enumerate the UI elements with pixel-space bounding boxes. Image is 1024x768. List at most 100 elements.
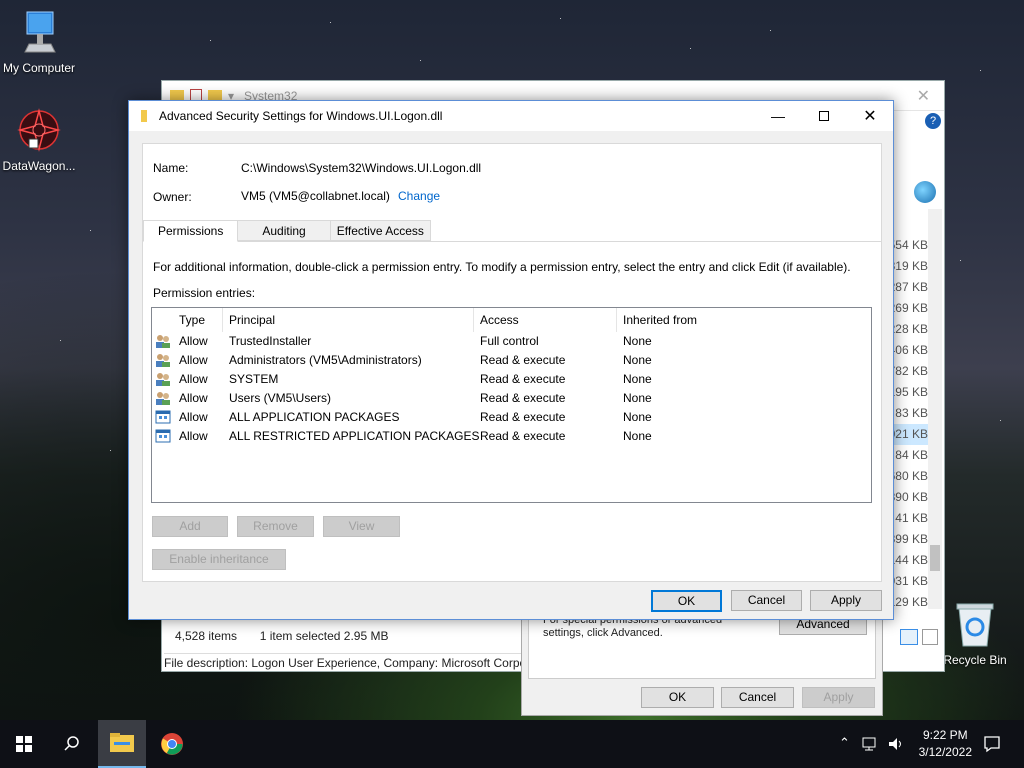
status-bar: 4,528 items 1 item selected 2.95 MB: [175, 629, 388, 643]
desktop-icon-my-computer[interactable]: My Computer: [0, 8, 81, 75]
volume-icon[interactable]: [887, 736, 905, 752]
file-description: File description: Logon User Experience,…: [164, 653, 524, 670]
entry-type: Allow: [179, 391, 208, 405]
entry-principal: SYSTEM: [229, 372, 279, 386]
cancel-button[interactable]: Cancel: [731, 590, 802, 611]
entry-inherited: None: [623, 429, 652, 443]
datawagon-icon: [17, 108, 61, 152]
help-icon[interactable]: ?: [925, 113, 941, 129]
file-size: 83 KB: [895, 406, 928, 420]
column-header-principal[interactable]: Principal: [229, 313, 275, 327]
explorer-scrollbar[interactable]: [928, 209, 942, 609]
column-header-inherited-from[interactable]: Inherited from: [623, 313, 697, 327]
file-size: 680 KB: [888, 469, 928, 483]
windows-logo-icon: [16, 736, 32, 752]
apply-button[interactable]: Apply: [810, 590, 882, 611]
entry-principal: Administrators (VM5\Administrators): [229, 353, 422, 367]
entry-principal: Users (VM5\Users): [229, 391, 332, 405]
advanced-security-settings-dialog: Advanced Security Settings for Windows.U…: [128, 100, 894, 620]
minimize-icon[interactable]: —: [755, 101, 801, 131]
properties-ok-button[interactable]: OK: [641, 687, 714, 708]
system-clock[interactable]: 9:22 PM 3/12/2022: [919, 727, 972, 761]
globe-icon: [914, 181, 936, 203]
file-size: 021 KB: [888, 424, 928, 445]
file-size-column: 554 KB 319 KB 287 KB 269 KB 228 KB 406 K…: [888, 235, 928, 613]
file-size: 319 KB: [888, 259, 928, 273]
security-panel: Name: C:\Windows\System32\Windows.UI.Log…: [142, 143, 882, 582]
file-properties-dialog: For special permissions or advanced sett…: [521, 610, 883, 716]
properties-apply-button[interactable]: Apply: [802, 687, 875, 708]
entry-principal: ALL APPLICATION PACKAGES: [229, 410, 400, 424]
name-value: C:\Windows\System32\Windows.UI.Logon.dll: [241, 161, 482, 175]
permission-info-text: For additional information, double-click…: [153, 260, 851, 274]
search-icon: [64, 736, 79, 751]
entry-inherited: None: [623, 372, 652, 386]
file-size: 269 KB: [888, 301, 928, 315]
clock-date: 3/12/2022: [918, 745, 972, 759]
entry-type: Allow: [179, 334, 208, 348]
file-size: 782 KB: [888, 364, 928, 378]
details-view-icon[interactable]: [900, 629, 918, 645]
entry-access: Read & execute: [480, 372, 566, 386]
tab-strip: Permissions Auditing Effective Access: [143, 220, 431, 242]
entry-type: Allow: [179, 410, 208, 424]
network-icon[interactable]: [862, 736, 878, 752]
permission-row[interactable]: Allow ALL APPLICATION PACKAGES Read & ex…: [152, 408, 871, 427]
view-button[interactable]: View: [323, 516, 400, 537]
taskbar: ⌃ 9:22 PM 3/12/2022: [0, 720, 1024, 768]
file-size: 195 KB: [888, 385, 928, 399]
file-size: 554 KB: [888, 238, 928, 252]
permission-row[interactable]: Allow TrustedInstaller Full control None: [152, 332, 871, 351]
permission-row[interactable]: Allow Users (VM5\Users) Read & execute N…: [152, 389, 871, 408]
start-button[interactable]: [0, 720, 48, 768]
entry-type: Allow: [179, 429, 208, 443]
remove-button[interactable]: Remove: [237, 516, 314, 537]
desktop-icon-recycle-bin[interactable]: Recycle Bin: [933, 600, 1017, 667]
desktop-icon-datawagon[interactable]: DataWagon...: [0, 106, 81, 173]
file-size: 129 KB: [888, 595, 928, 609]
taskbar-chrome[interactable]: [148, 720, 196, 768]
file-size: 399 KB: [888, 532, 928, 546]
entry-type: Allow: [179, 372, 208, 386]
file-explorer-icon: [110, 733, 134, 752]
close-icon[interactable]: ✕: [847, 101, 893, 131]
properties-panel: For special permissions or advanced sett…: [528, 611, 876, 679]
taskbar-file-explorer[interactable]: [98, 720, 146, 768]
tiles-view-icon[interactable]: [922, 629, 938, 645]
name-label: Name:: [153, 161, 189, 175]
tab-permissions[interactable]: Permissions: [143, 220, 239, 242]
folder-icon: [141, 110, 147, 122]
column-header-access[interactable]: Access: [480, 313, 519, 327]
maximize-icon[interactable]: [801, 101, 847, 131]
permission-row[interactable]: Allow ALL RESTRICTED APPLICATION PACKAGE…: [152, 427, 871, 446]
users-icon: [156, 354, 170, 367]
selection-info: 1 item selected 2.95 MB: [259, 629, 389, 643]
computer-icon: [24, 11, 56, 53]
file-size: 287 KB: [888, 280, 928, 294]
notification-icon[interactable]: [983, 735, 1001, 753]
app-package-icon: [155, 429, 171, 443]
close-icon[interactable]: ✕: [917, 86, 930, 106]
scrollbar-thumb[interactable]: [930, 545, 940, 571]
recycle-bin-icon: [956, 603, 994, 647]
tab-auditing[interactable]: Auditing: [237, 220, 331, 241]
entry-type: Allow: [179, 353, 208, 367]
permission-entries-list[interactable]: Type Principal Access Inherited from All…: [151, 307, 872, 503]
permission-row[interactable]: Allow SYSTEM Read & execute None: [152, 370, 871, 389]
chevron-up-icon[interactable]: ⌃: [839, 735, 850, 751]
search-button[interactable]: [48, 720, 96, 768]
item-count: 4,528 items: [175, 629, 238, 643]
properties-cancel-button[interactable]: Cancel: [721, 687, 794, 708]
column-header-type[interactable]: Type: [179, 313, 205, 327]
permission-row[interactable]: Allow Administrators (VM5\Administrators…: [152, 351, 871, 370]
entry-access: Full control: [480, 334, 539, 348]
desktop-icon-label: DataWagon...: [2, 159, 76, 173]
add-button[interactable]: Add: [152, 516, 228, 537]
enable-inheritance-button[interactable]: Enable inheritance: [152, 549, 286, 570]
list-header: Type Principal Access Inherited from: [152, 308, 871, 332]
owner-value: VM5 (VM5@collabnet.local): [241, 189, 390, 203]
change-owner-link[interactable]: Change: [398, 189, 440, 203]
tab-effective-access[interactable]: Effective Access: [329, 220, 431, 241]
entry-principal: ALL RESTRICTED APPLICATION PACKAGES: [229, 429, 480, 443]
ok-button[interactable]: OK: [651, 590, 722, 612]
